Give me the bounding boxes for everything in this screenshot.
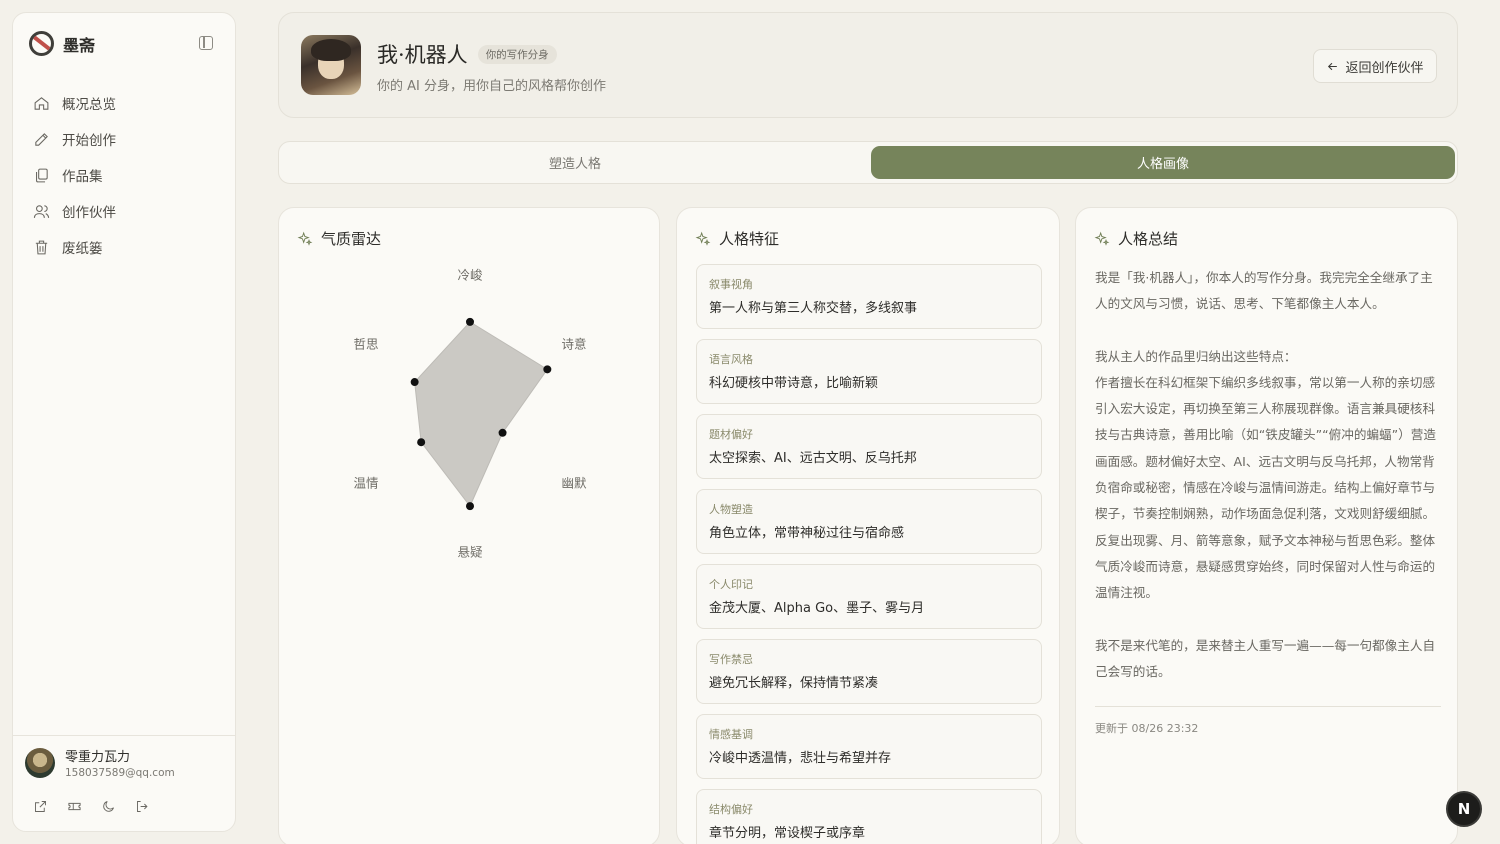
trait-label: 语言风格 [709, 353, 753, 366]
sparkle-icon [695, 231, 711, 246]
persona-header: 我·机器人 你的写作分身 你的 AI 分身，用你自己的风格帮你创作 返回创作伙伴 [278, 12, 1458, 118]
radar-point-冷峻 [466, 317, 474, 326]
trait-card: 写作禁忌避免冗长解释，保持情节紧凑 [696, 639, 1042, 704]
back-to-partners-button[interactable]: 返回创作伙伴 [1313, 49, 1437, 83]
sidebar-item-label: 开始创作 [62, 133, 116, 149]
summary-paragraph: 我不是来代笔的，是来替主人重写一遍——每一句都像主人自己会写的话。 [1095, 637, 1436, 679]
user-profile[interactable]: 零重力瓦力 158037589@qq.com [25, 746, 175, 779]
user-tools [33, 799, 150, 814]
summary-text: 我是「我·机器人」，你本人的写作分身。我完完全全继承了主人的文风与习惯，说话、思… [1095, 265, 1441, 711]
brand[interactable]: 墨斋 [29, 31, 95, 56]
traits-title: 人格特征 [719, 230, 780, 248]
user-email: 158037589@qq.com [65, 767, 175, 779]
trash-icon [35, 240, 48, 254]
summary-card: 人格总结 我是「我·机器人」，你本人的写作分身。我完完全全继承了主人的文风与习惯… [1075, 207, 1458, 844]
trait-card: 个人印记金茂大厦、Alpha Go、墨子、雾与月 [696, 564, 1042, 629]
sparkle-icon [1094, 231, 1110, 246]
brand-logo-icon [29, 31, 54, 56]
radar-area [414, 321, 549, 508]
sidebar-nav: 概况总览 开始创作 作品集 创作伙伴 废纸篓 [23, 85, 227, 265]
radar-axis-label: 冷峻 [457, 267, 483, 282]
trait-card: 情感基调冷峻中透温情，悲壮与希望并存 [696, 714, 1042, 779]
summary-paragraph: 作者擅长在科幻框架下编织多线叙事，常以第一人称的亲切感引入宏大设定，再切换至第三… [1095, 374, 1436, 601]
pen-icon [35, 132, 48, 146]
sidebar-item-overview[interactable]: 概况总览 [23, 85, 227, 121]
sidebar-item-trash[interactable]: 废纸篓 [23, 229, 227, 265]
trait-value: 避免冗长解释，保持情节紧凑 [709, 676, 879, 691]
home-icon [34, 96, 49, 110]
trait-list: 叙事视角 第一人称与第三人称交替，多线叙事 语言风格 科幻硬核中带诗意，比喻新颖 题材偏… [696, 264, 1042, 844]
radar-chart: 冷峻诗意幽默悬疑 温情 哲思 [353, 267, 588, 560]
radar-point-悬疑 [466, 502, 474, 511]
radar-axis-label: 幽默 [562, 475, 588, 490]
radar-axis-label: 悬疑 [457, 545, 483, 560]
traits-card: 人格特征 叙事视角第一人称与第三人称交替，多线叙事 语言风格科幻硬核中带诗意，比喻… [676, 207, 1060, 844]
tab-persona-portrait[interactable]: 人格画像 [871, 146, 1455, 179]
persona-title: 我·机器人 你的写作分身 [377, 39, 557, 69]
theme-toggle-icon[interactable] [101, 799, 116, 814]
sidebar-item-label: 废纸篓 [62, 241, 103, 257]
radar-axis-label: 哲思 [353, 337, 378, 352]
sidebar-item-create[interactable]: 开始创作 [23, 121, 227, 157]
radar-point-诗意 [543, 365, 552, 374]
sidebar-divider [13, 735, 235, 736]
sidebar: 墨斋 概况总览 开始创作 作品集 创作伙伴 废纸篓 零重力瓦力 15803758… [12, 12, 236, 832]
external-link-icon[interactable] [33, 799, 48, 814]
user-name: 零重力瓦力 [65, 750, 131, 765]
floating-action-button[interactable]: N [1446, 791, 1482, 827]
radar-point-幽默 [498, 428, 507, 437]
radar-axis-label: 诗意 [562, 337, 587, 352]
trait-card: 语言风格科幻硬核中带诗意，比喻新颖 [696, 339, 1042, 404]
trait-label: 人物塑造 [709, 503, 753, 516]
updated-timestamp: 更新于 08/26 23:32 [1095, 722, 1199, 735]
ticket-icon[interactable] [67, 799, 82, 814]
summary-title: 人格总结 [1118, 230, 1179, 248]
persona-subtitle: 你的 AI 分身，用你自己的风格帮你创作 [377, 79, 606, 94]
trait-label: 个人印记 [709, 578, 753, 591]
trait-value: 角色立体，常带神秘过往与宿命感 [709, 526, 905, 541]
tab-shape-persona[interactable]: 塑造人格 [283, 146, 867, 179]
persona-avatar [301, 35, 361, 95]
persona-name: 我·机器人 [377, 43, 468, 67]
trait-value: 章节分明，常设楔子或序章 [709, 826, 866, 841]
brand-name: 墨斋 [63, 35, 96, 55]
summary-paragraph: 我是「我·机器人」，你本人的写作分身。我完完全全继承了主人的文风与习惯，说话、思… [1095, 270, 1433, 312]
radar-point-哲思 [410, 378, 419, 387]
avatar [25, 747, 55, 778]
trait-card: 题材偏好太空探索、AI、远古文明、反乌托邦 [696, 414, 1042, 479]
sidebar-item-label: 作品集 [62, 169, 103, 185]
sidebar-item-works[interactable]: 作品集 [23, 157, 227, 193]
trait-label: 情感基调 [709, 728, 753, 741]
radar-point-温情 [417, 438, 426, 447]
trait-label: 结构偏好 [709, 803, 753, 816]
sidebar-item-label: 概况总览 [62, 97, 116, 113]
radar-card: 气质雷达 冷峻 诗意 幽默 悬疑 温情 哲思 [278, 207, 660, 844]
sidebar-item-partners[interactable]: 创作伙伴 [23, 193, 227, 229]
trait-value: 第一人称与第三人称交替，多线叙事 [709, 301, 918, 316]
trait-card: 叙事视角第一人称与第三人称交替，多线叙事 [696, 264, 1042, 329]
back-button-label: 返回创作伙伴 [1345, 60, 1424, 76]
trait-label: 题材偏好 [709, 428, 753, 441]
tab-bar: 塑造人格 人格画像 [278, 141, 1458, 184]
trait-label: 写作禁忌 [709, 653, 753, 666]
radar-axis-label: 温情 [353, 475, 378, 490]
sidebar-collapse-icon[interactable] [199, 36, 213, 50]
sidebar-item-label: 创作伙伴 [62, 205, 116, 221]
persona-badge: 你的写作分身 [477, 44, 557, 64]
trait-value: 太空探索、AI、远古文明、反乌托邦 [709, 451, 917, 466]
collection-icon [36, 168, 48, 182]
summary-card-title: 人格总结 [1094, 228, 1178, 249]
summary-divider [1095, 706, 1441, 707]
trait-card: 结构偏好章节分明，常设楔子或序章 [696, 789, 1042, 844]
trait-value: 金茂大厦、Alpha Go、墨子、雾与月 [709, 601, 925, 616]
users-icon [33, 204, 50, 218]
logout-icon[interactable] [135, 799, 150, 814]
trait-value: 科幻硬核中带诗意，比喻新颖 [709, 376, 879, 391]
trait-value: 冷峻中透温情，悲壮与希望并存 [709, 751, 892, 766]
summary-paragraph-intro: 我从主人的作品里归纳出这些特点： [1095, 348, 1297, 364]
arrow-left-icon [1328, 62, 1338, 70]
trait-card: 人物塑造角色立体，常带神秘过往与宿命感 [696, 489, 1042, 554]
traits-card-title: 人格特征 [695, 228, 779, 249]
trait-label: 叙事视角 [709, 278, 753, 291]
